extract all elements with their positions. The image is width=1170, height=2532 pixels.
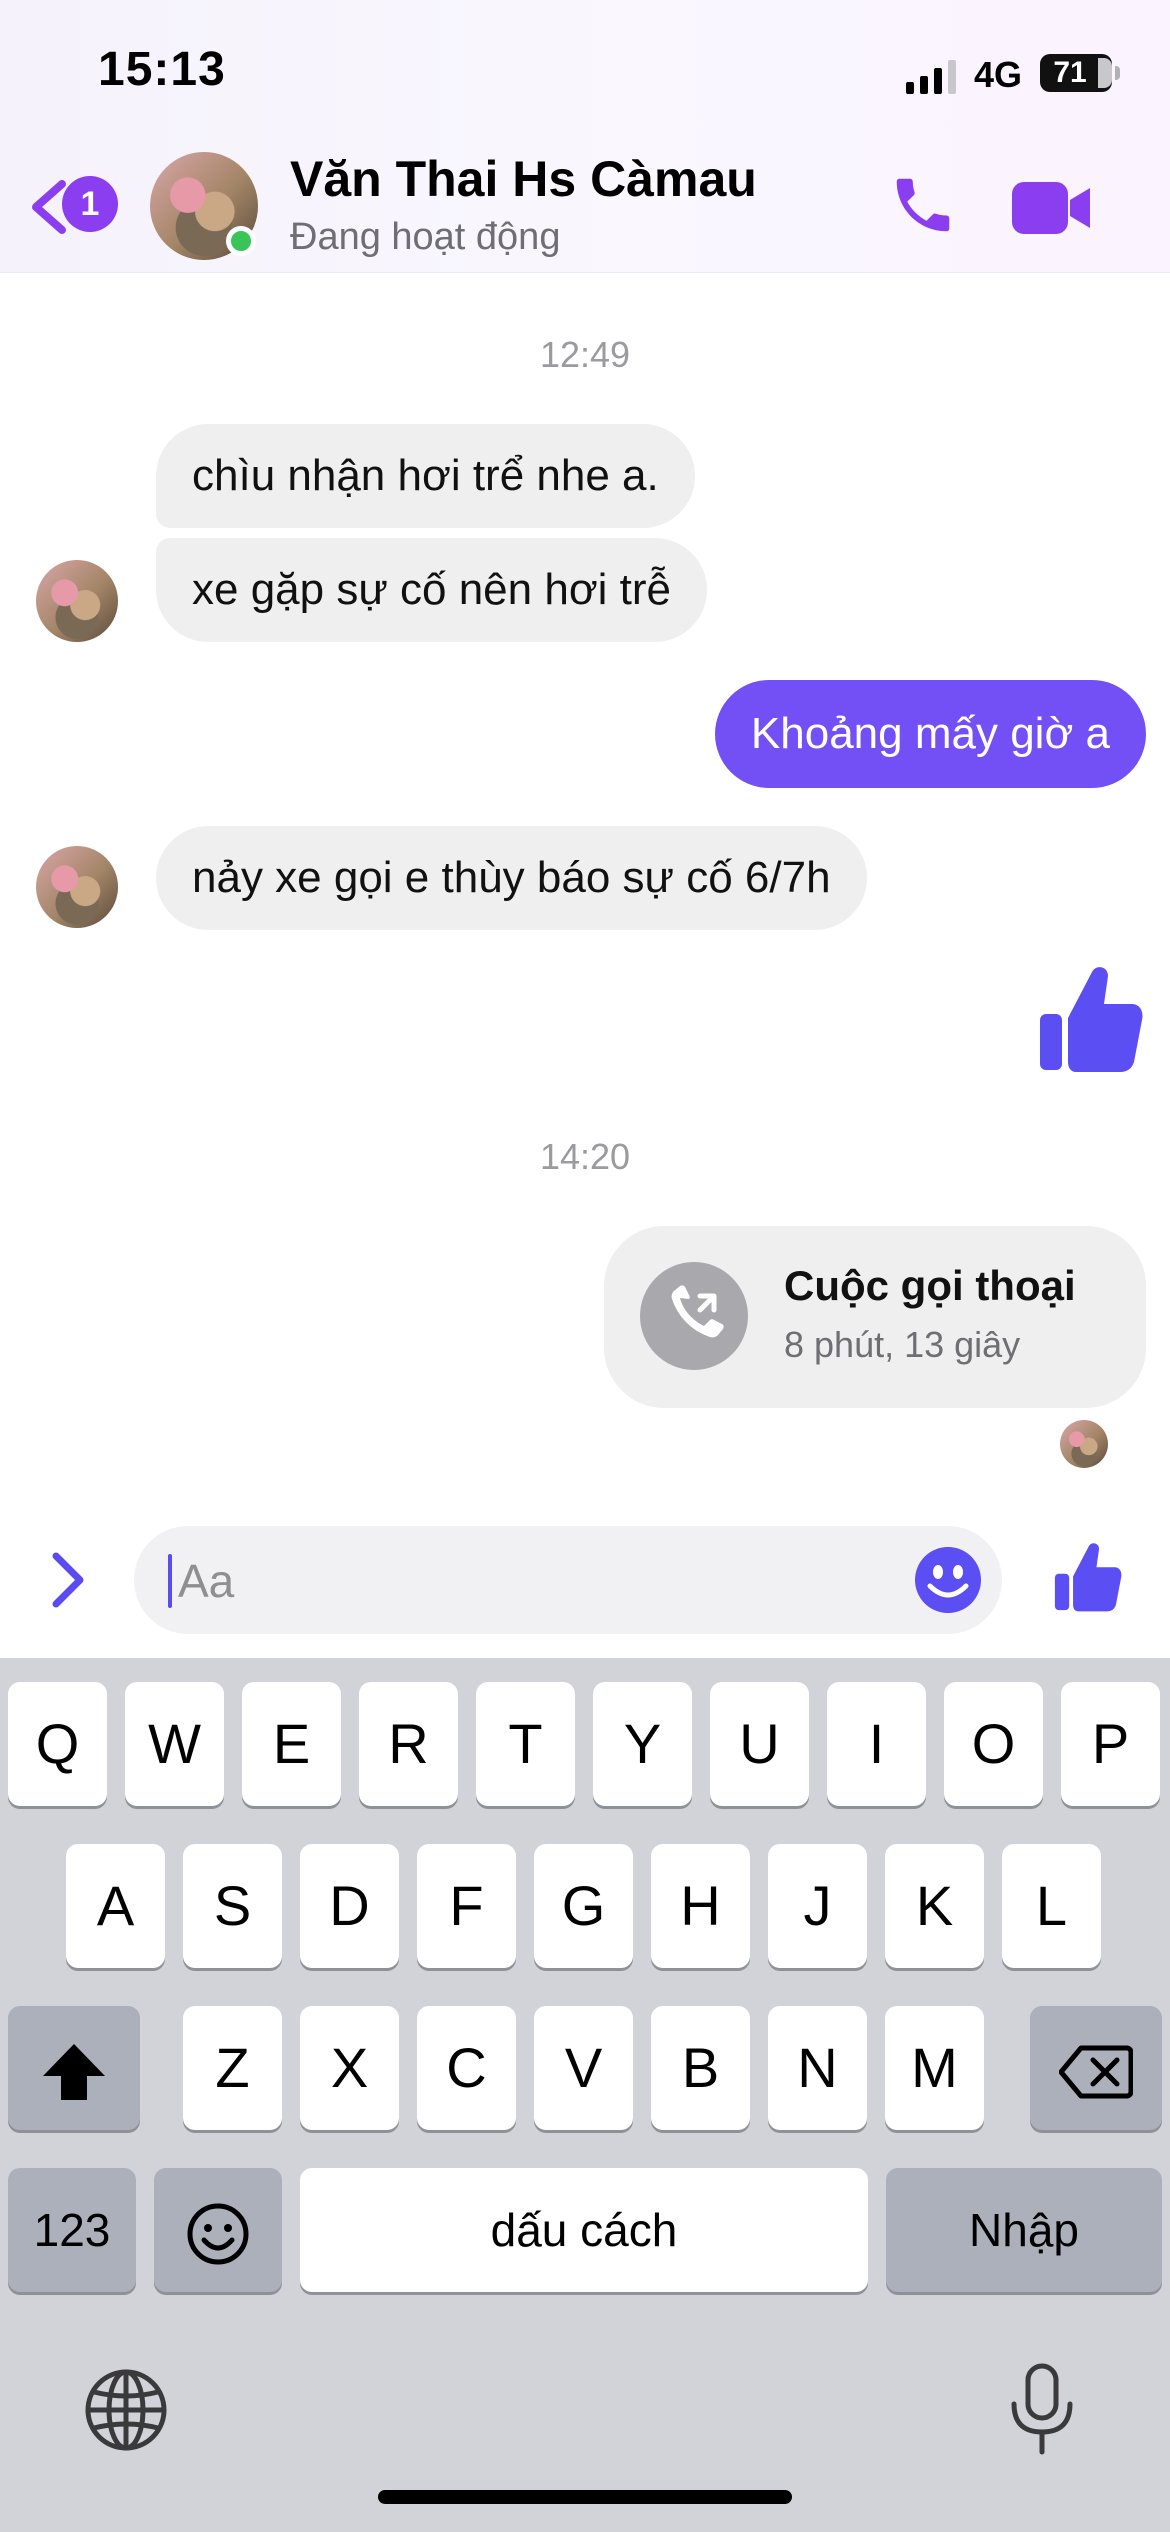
key-e[interactable]: E [242, 1682, 341, 1806]
emoji-icon[interactable] [914, 1546, 982, 1619]
space-key[interactable]: dấu cách [300, 2168, 868, 2292]
emoji-keyboard-key[interactable] [154, 2168, 282, 2292]
key-i[interactable]: I [827, 1682, 926, 1806]
key-o[interactable]: O [944, 1682, 1043, 1806]
key-t[interactable]: T [476, 1682, 575, 1806]
input-placeholder: Aa [178, 1555, 235, 1607]
battery-level: 71 [1053, 56, 1087, 89]
key-x[interactable]: X [300, 2006, 399, 2130]
incoming-message[interactable]: chìu nhận hơi trể nhe a. [156, 424, 695, 528]
contact-status: Đang hoạt động [290, 216, 561, 258]
timestamp-separator: 14:20 [539, 1136, 631, 1177]
globe-icon[interactable] [84, 2368, 168, 2457]
voice-call-card[interactable]: Cuộc gọi thoại 8 phút, 13 giây [604, 1226, 1146, 1408]
video-camera-icon[interactable] [1010, 180, 1092, 241]
timestamp-separator: 12:49 [539, 334, 631, 375]
online-indicator [226, 226, 256, 256]
key-n[interactable]: N [768, 2006, 867, 2130]
key-s[interactable]: S [183, 1844, 282, 1968]
incoming-message[interactable]: nảy xe gọi e thùy báo sự cố 6/7h [156, 826, 867, 930]
key-r[interactable]: R [359, 1682, 458, 1806]
key-d[interactable]: D [300, 1844, 399, 1968]
key-g[interactable]: G [534, 1844, 633, 1968]
key-j[interactable]: J [768, 1844, 867, 1968]
phone-call-icon [640, 1262, 748, 1370]
numbers-key[interactable]: 123 [8, 2168, 136, 2292]
status-time: 15:13 [98, 43, 226, 96]
thumbs-up-sticker-icon[interactable] [1036, 962, 1146, 1081]
battery-icon: 71 [1040, 54, 1120, 92]
call-duration: 8 phút, 13 giây [784, 1324, 1021, 1365]
shift-key[interactable] [8, 2006, 140, 2130]
network-type: 4G [974, 54, 1023, 95]
message-input[interactable]: Aa [134, 1526, 1002, 1634]
home-indicator [378, 2490, 792, 2504]
key-p[interactable]: P [1061, 1682, 1160, 1806]
key-z[interactable]: Z [183, 2006, 282, 2130]
key-c[interactable]: C [417, 2006, 516, 2130]
key-q[interactable]: Q [8, 1682, 107, 1806]
return-key[interactable]: Nhập [886, 2168, 1162, 2292]
thumbs-up-icon[interactable] [1052, 1540, 1124, 1619]
call-title: Cuộc gọi thoại [784, 1262, 1076, 1309]
key-a[interactable]: A [66, 1844, 165, 1968]
chevron-right-icon[interactable] [46, 1548, 90, 1617]
key-y[interactable]: Y [593, 1682, 692, 1806]
phone-icon[interactable] [888, 170, 958, 245]
signal-icon [906, 58, 956, 94]
text-caret [168, 1554, 172, 1608]
delete-key[interactable] [1030, 2006, 1162, 2130]
key-f[interactable]: F [417, 1844, 516, 1968]
key-w[interactable]: W [125, 1682, 224, 1806]
key-m[interactable]: M [885, 2006, 984, 2130]
key-v[interactable]: V [534, 2006, 633, 2130]
outgoing-message[interactable]: Khoảng mấy giờ a [714, 680, 1146, 788]
key-u[interactable]: U [710, 1682, 809, 1806]
key-b[interactable]: B [651, 2006, 750, 2130]
key-k[interactable]: K [885, 1844, 984, 1968]
sender-avatar [36, 846, 118, 928]
sender-avatar [36, 560, 118, 642]
shift-arrow-icon [43, 2044, 105, 2101]
contact-name[interactable]: Văn Thai Hs Càmau [290, 150, 757, 208]
key-h[interactable]: H [651, 1844, 750, 1968]
backspace-icon [1058, 2045, 1134, 2099]
unread-badge[interactable]: 1 [62, 176, 118, 232]
incoming-message[interactable]: xe gặp sự cố nên hơi trễ [156, 538, 708, 642]
microphone-icon[interactable] [1006, 2362, 1078, 2463]
key-l[interactable]: L [1002, 1844, 1101, 1968]
seen-receipt-avatar [1060, 1420, 1108, 1468]
emoji-icon [187, 2203, 249, 2265]
